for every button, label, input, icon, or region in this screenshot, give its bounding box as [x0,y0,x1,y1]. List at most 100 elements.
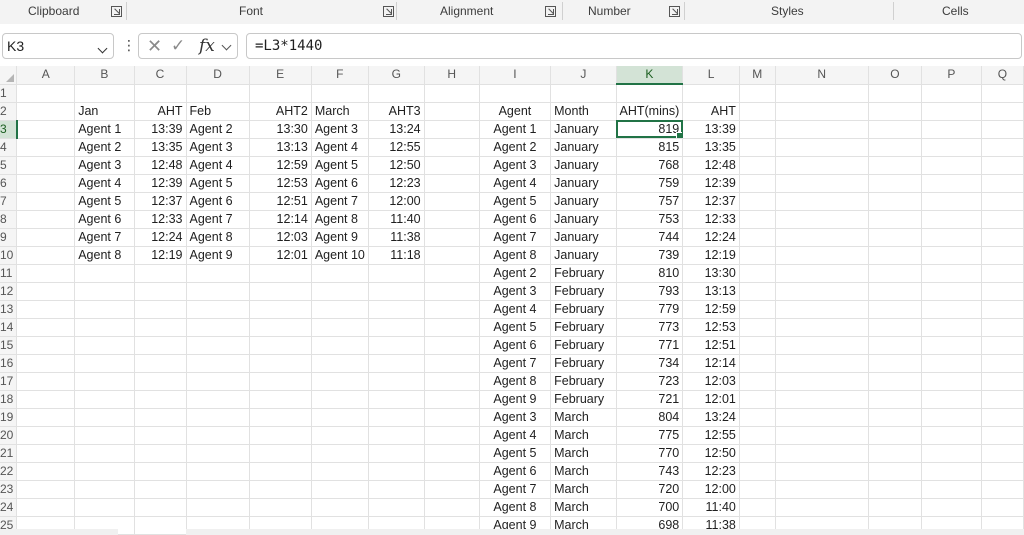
cell-f19[interactable] [311,408,369,427]
cell-g16[interactable] [368,354,425,373]
cell-q2[interactable] [981,102,1024,121]
cell-h19[interactable] [424,408,480,427]
cell-i6[interactable]: Agent 4 [479,174,552,193]
cell-o11[interactable] [868,264,923,283]
name-box[interactable]: K3 [2,33,114,59]
cell-i7[interactable]: Agent 5 [479,192,552,211]
cell-m22[interactable] [739,462,776,481]
chevron-down-icon[interactable] [221,40,232,51]
cell-m23[interactable] [739,480,776,499]
cell-m10[interactable] [739,246,776,265]
cell-l22[interactable]: 12:23 [682,462,740,481]
cell-d21[interactable] [186,444,250,463]
cell-e19[interactable] [249,408,312,427]
cell-e6[interactable]: 12:53 [249,174,312,193]
cell-n5[interactable] [775,156,869,175]
cell-c13[interactable] [134,300,187,319]
cell-n10[interactable] [775,246,869,265]
cell-b2[interactable]: Jan [74,102,135,121]
cell-l4[interactable]: 13:35 [682,138,740,157]
cell-l24[interactable]: 11:40 [682,498,740,517]
cell-m11[interactable] [739,264,776,283]
cell-h17[interactable] [424,372,480,391]
cell-e10[interactable]: 12:01 [249,246,312,265]
cell-h4[interactable] [424,138,480,157]
cell-c3[interactable]: 13:39 [134,120,187,139]
cell-o23[interactable] [868,480,923,499]
cell-c14[interactable] [134,318,187,337]
cell-b19[interactable] [74,408,135,427]
cell-o19[interactable] [868,408,923,427]
cell-i15[interactable]: Agent 6 [479,336,552,355]
cell-q18[interactable] [981,390,1024,409]
cell-a12[interactable] [16,282,76,301]
cell-j24[interactable]: March [550,498,617,517]
cell-e12[interactable] [249,282,312,301]
cell-q4[interactable] [981,138,1024,157]
row-header[interactable]: 21 [0,444,18,463]
cell-l20[interactable]: 12:55 [682,426,740,445]
dialog-launcher-icon[interactable] [669,6,680,17]
column-header-m[interactable]: M [739,66,776,85]
row-header[interactable]: 14 [0,318,18,337]
cell-d14[interactable] [186,318,250,337]
cell-c16[interactable] [134,354,187,373]
cell-h10[interactable] [424,246,480,265]
cell-g12[interactable] [368,282,425,301]
cell-d6[interactable]: Agent 5 [186,174,250,193]
cell-d7[interactable]: Agent 6 [186,192,250,211]
cell-o4[interactable] [868,138,923,157]
cell-a17[interactable] [16,372,76,391]
cell-p9[interactable] [921,228,982,247]
cell-q24[interactable] [981,498,1024,517]
cell-a23[interactable] [16,480,76,499]
cell-j22[interactable]: March [550,462,617,481]
cell-j4[interactable]: January [550,138,617,157]
cell-h11[interactable] [424,264,480,283]
cell-e5[interactable]: 12:59 [249,156,312,175]
cell-g21[interactable] [368,444,425,463]
column-header-n[interactable]: N [775,66,869,85]
cell-d12[interactable] [186,282,250,301]
cell-k1[interactable] [616,84,684,103]
cell-f14[interactable] [311,318,369,337]
cell-c10[interactable]: 12:19 [134,246,187,265]
cell-h23[interactable] [424,480,480,499]
cell-i3[interactable]: Agent 1 [479,120,552,139]
cell-q15[interactable] [981,336,1024,355]
cell-a6[interactable] [16,174,76,193]
cell-m7[interactable] [739,192,776,211]
cell-m21[interactable] [739,444,776,463]
cell-l6[interactable]: 12:39 [682,174,740,193]
cell-n11[interactable] [775,264,869,283]
cell-f1[interactable] [311,84,369,103]
cell-o16[interactable] [868,354,923,373]
cell-b7[interactable]: Agent 5 [74,192,135,211]
cell-l5[interactable]: 12:48 [682,156,740,175]
cell-k22[interactable]: 743 [616,462,684,481]
cell-g5[interactable]: 12:50 [368,156,425,175]
cell-j11[interactable]: February [550,264,617,283]
cell-g19[interactable] [368,408,425,427]
column-header-a[interactable]: A [16,66,76,85]
cell-m1[interactable] [739,84,776,103]
cell-a24[interactable] [16,498,76,517]
cell-m6[interactable] [739,174,776,193]
column-header-p[interactable]: P [921,66,982,85]
cell-g7[interactable]: 12:00 [368,192,425,211]
cell-g24[interactable] [368,498,425,517]
cell-q11[interactable] [981,264,1024,283]
cell-o1[interactable] [868,84,923,103]
cell-q5[interactable] [981,156,1024,175]
cell-j23[interactable]: March [550,480,617,499]
cell-i20[interactable]: Agent 4 [479,426,552,445]
cell-m2[interactable] [739,102,776,121]
cell-f4[interactable]: Agent 4 [311,138,369,157]
cell-e9[interactable]: 12:03 [249,228,312,247]
cell-a18[interactable] [16,390,76,409]
cell-o6[interactable] [868,174,923,193]
cell-q3[interactable] [981,120,1024,139]
cell-j5[interactable]: January [550,156,617,175]
cell-j12[interactable]: February [550,282,617,301]
cell-g1[interactable] [368,84,425,103]
